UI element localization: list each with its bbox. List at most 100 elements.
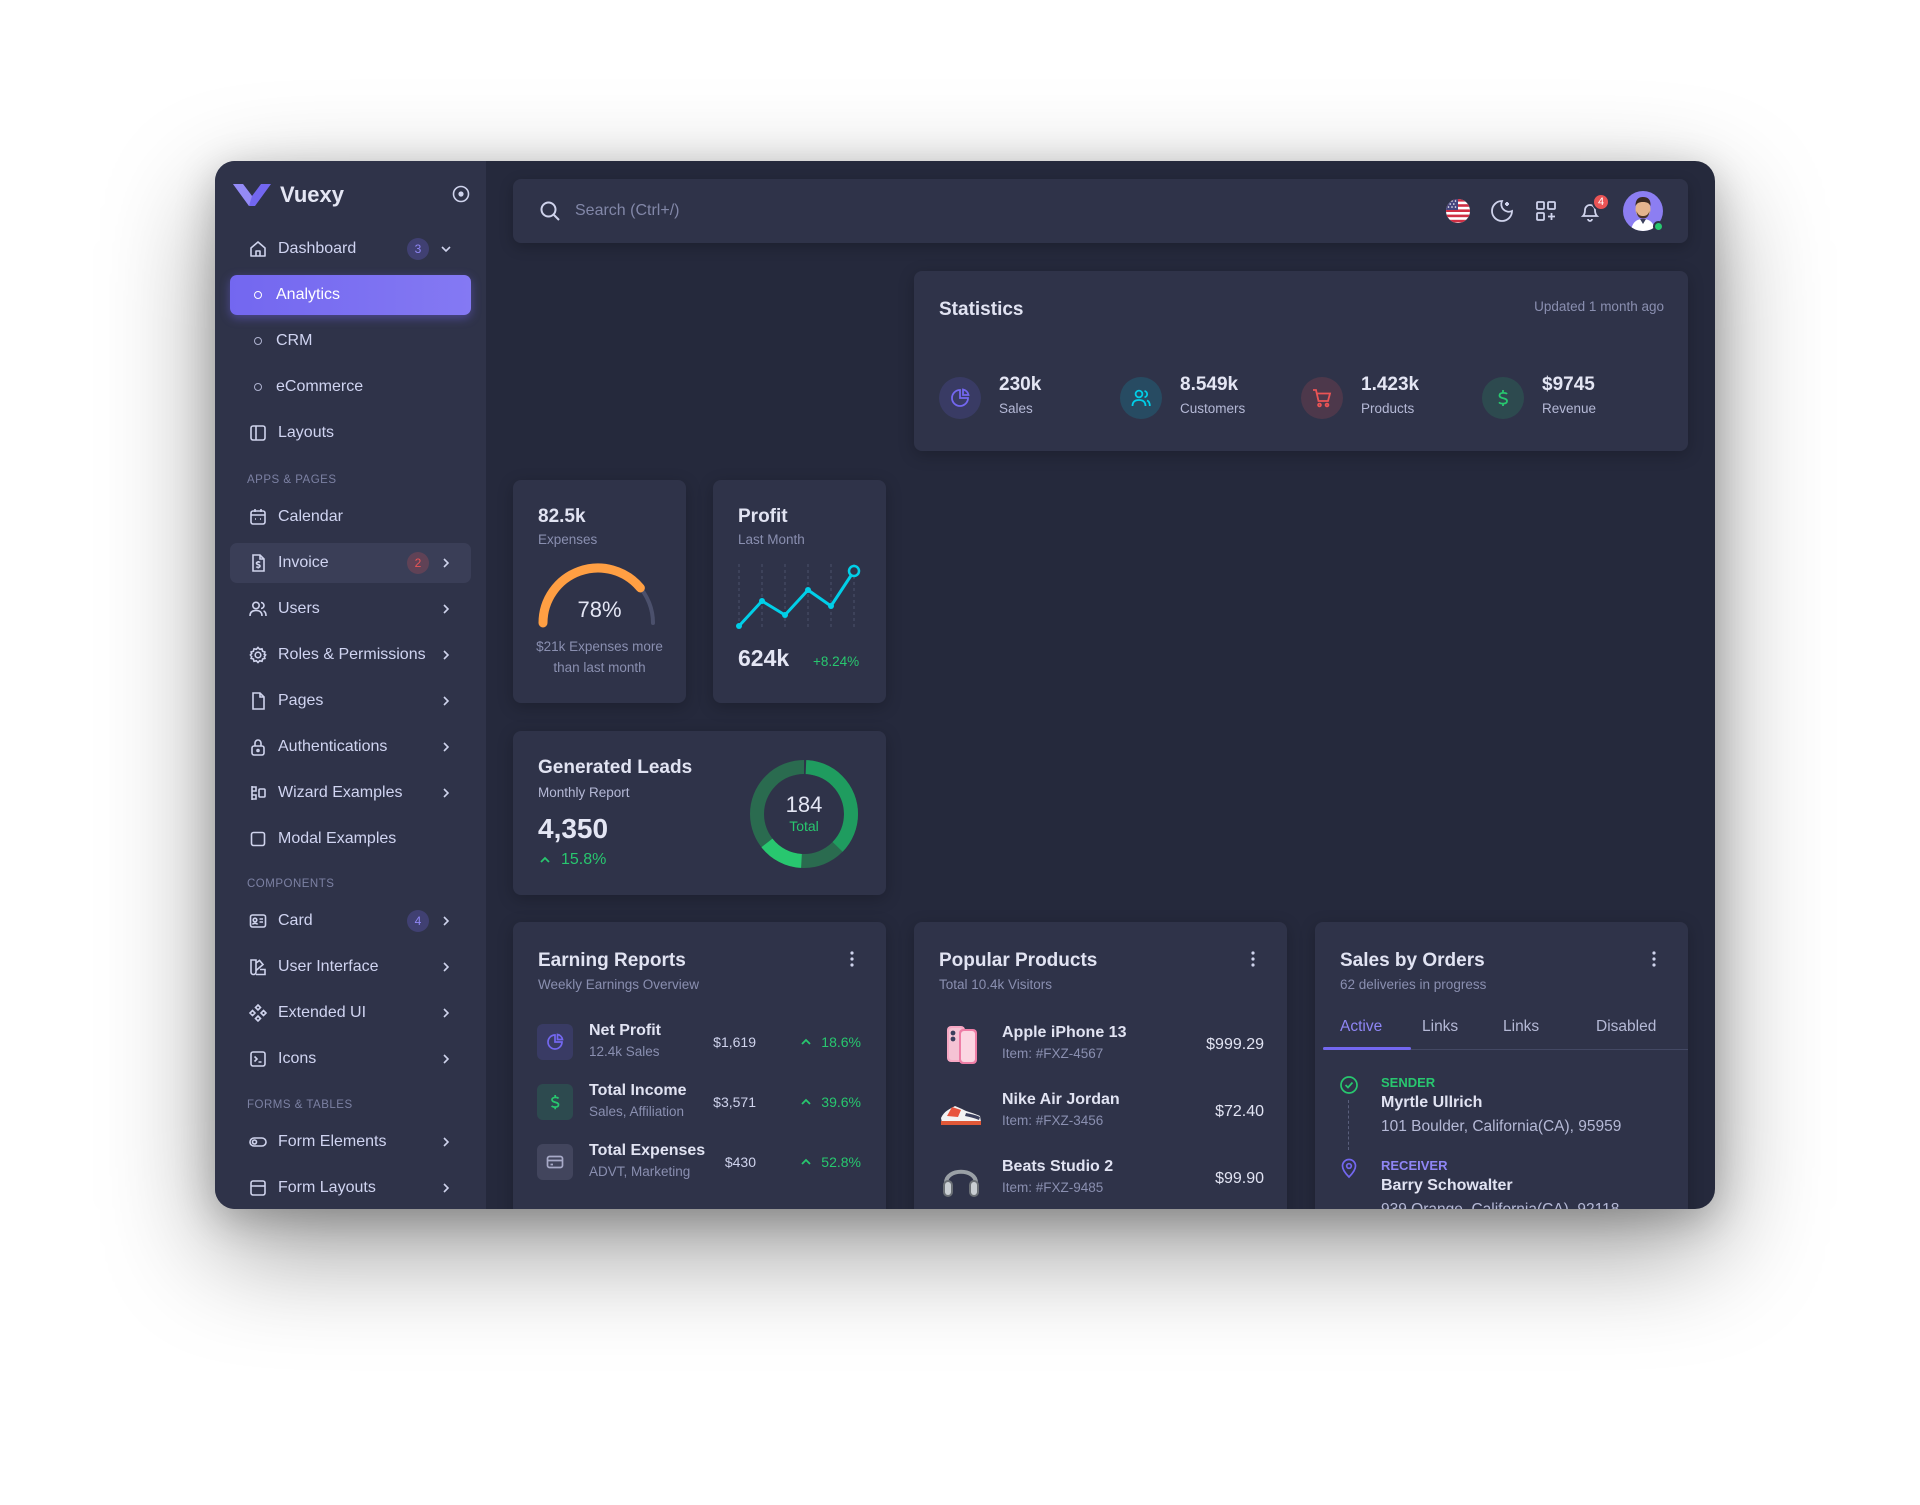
circle-icon [254, 291, 262, 299]
earning-row-total-expenses: Total Expenses ADVT, Marketing $430 52.8… [537, 1142, 861, 1186]
chevron-right-icon [443, 1183, 450, 1193]
row-amount: $1,619 [713, 1034, 756, 1050]
sneaker-image [941, 1106, 981, 1125]
shortcuts-grid-icon[interactable] [1533, 198, 1559, 224]
sidebar-item-calendar[interactable]: Calendar [230, 497, 471, 537]
more-vertical-icon[interactable] [1644, 949, 1664, 969]
vuexy-logo-icon [233, 184, 271, 206]
chevron-up-icon [801, 1158, 811, 1165]
stat-products: 1.423k Products [1301, 374, 1461, 424]
product-row-beats[interactable]: Beats Studio 2 Item: #FXZ-9485 $99.90 [938, 1154, 1264, 1204]
sidebar-item-label: Users [278, 600, 320, 617]
product-title: Beats Studio 2 [1002, 1158, 1114, 1175]
product-sku: Item: #FXZ-3456 [1002, 1113, 1104, 1128]
color-swatch-icon [248, 957, 268, 977]
sidebar-item-label: Analytics [276, 286, 341, 303]
chart-pie-icon [939, 377, 981, 419]
row-title: Total Income [589, 1082, 687, 1099]
notification-badge: 4 [1592, 193, 1610, 211]
product-row-iphone[interactable]: Apple iPhone 13 Item: #FXZ-4567 $999.29 [938, 1020, 1264, 1070]
sidebar-item-form-elements[interactable]: Form Elements [230, 1122, 471, 1162]
circle-check-icon [1340, 1076, 1358, 1094]
receiver-address: 939 Orange, California(CA), 92118 [1381, 1201, 1619, 1209]
dollar-icon [537, 1084, 573, 1120]
leads-title: Generated Leads [538, 757, 693, 778]
expenses-note-1: $21k Expenses more [536, 639, 663, 654]
sidebar-item-label: Pages [278, 692, 324, 709]
chevron-right-icon [443, 1008, 450, 1018]
moon-icon[interactable] [1489, 198, 1515, 224]
chevron-down-icon [441, 246, 451, 253]
sidebar-item-pages[interactable]: Pages [230, 681, 471, 721]
tab-active[interactable]: Active [1340, 1018, 1382, 1036]
sidebar-item-user-interface[interactable]: User Interface [230, 947, 471, 987]
sidebar-item-analytics[interactable]: Analytics [230, 275, 471, 315]
products-title: Popular Products [939, 950, 1098, 971]
stat-customers: 8.549k Customers [1120, 374, 1280, 424]
earning-row-net-profit: Net Profit 12.4k Sales $1,619 18.6% [537, 1022, 861, 1066]
stat-label: Revenue [1542, 401, 1597, 416]
chevron-right-icon [443, 788, 450, 798]
dollar-icon [1482, 377, 1524, 419]
timeline-connector [1348, 1100, 1349, 1150]
sidebar-item-extended-ui[interactable]: Extended UI [230, 993, 471, 1033]
sidebar-item-label: Form Elements [278, 1133, 387, 1150]
chevron-right-icon [443, 696, 450, 706]
sidebar-item-card[interactable]: Card 4 [230, 901, 471, 941]
brand[interactable]: Vuexy [233, 179, 344, 211]
stat-value: 8.549k [1180, 374, 1239, 395]
product-price: $999.29 [1206, 1036, 1264, 1053]
users-icon [1120, 377, 1162, 419]
sidebar: Vuexy Dashboard 3 Analytics CRM eCommerc… [215, 161, 486, 1209]
sidebar-item-modal-examples[interactable]: Modal Examples [230, 819, 471, 859]
row-percent: 52.8% [799, 1154, 861, 1170]
section-title-apps: APPS & PAGES [247, 474, 337, 486]
sidebar-item-form-layouts[interactable]: Form Layouts [230, 1168, 471, 1208]
square-icon [248, 829, 268, 849]
leads-change-text: 15.8% [561, 851, 607, 868]
product-row-nike[interactable]: Nike Air Jordan Item: #FXZ-3456 $72.40 [938, 1087, 1264, 1137]
stat-label: Products [1361, 401, 1415, 416]
stat-value: 230k [999, 374, 1042, 395]
sidebar-item-roles-permissions[interactable]: Roles & Permissions [230, 635, 471, 675]
calendar-icon [248, 507, 268, 527]
stat-revenue: $9745 Revenue [1482, 374, 1642, 424]
iphone-image [947, 1026, 977, 1064]
leads-subtitle: Monthly Report [538, 785, 630, 800]
search-input[interactable] [575, 197, 1075, 225]
sidebar-item-layouts[interactable]: Layouts [230, 413, 471, 453]
profit-value: 624k [738, 645, 790, 671]
tab-links[interactable]: Links [1422, 1018, 1458, 1036]
sidebar-toggle-icon[interactable] [452, 185, 470, 203]
expenses-gauge [538, 563, 655, 628]
product-title: Nike Air Jordan [1002, 1091, 1120, 1108]
more-vertical-icon[interactable] [1243, 949, 1263, 969]
sidebar-item-label: CRM [276, 332, 313, 349]
receiver-name: Barry Schowalter [1381, 1177, 1513, 1194]
tab-disabled: Disabled [1596, 1018, 1657, 1035]
sidebar-item-users[interactable]: Users [230, 589, 471, 629]
profit-point [736, 623, 742, 629]
stat-label: Customers [1180, 401, 1246, 416]
sidebar-item-label: Modal Examples [278, 830, 397, 847]
sidebar-item-wizard-examples[interactable]: Wizard Examples [230, 773, 471, 813]
search-icon[interactable] [538, 199, 562, 223]
statistics-card: Statistics Updated 1 month ago 230k Sale… [914, 271, 1688, 451]
us-flag-icon[interactable] [1445, 198, 1471, 224]
sidebar-item-dashboard[interactable]: Dashboard 3 [230, 229, 471, 269]
sidebar-item-invoice[interactable]: Invoice 2 [230, 543, 471, 583]
chart-pie-icon [537, 1024, 573, 1060]
sidebar-item-authentications[interactable]: Authentications [230, 727, 471, 767]
profit-point [782, 612, 788, 618]
sidebar-item-icons[interactable]: Icons [230, 1039, 471, 1079]
more-vertical-icon[interactable] [842, 949, 862, 969]
sidebar-item-label: Roles & Permissions [278, 646, 426, 663]
section-title-forms: FORMS & TABLES [247, 1099, 353, 1111]
orders-subtitle: 62 deliveries in progress [1340, 977, 1487, 992]
chevron-right-icon [443, 962, 450, 972]
sidebar-item-crm[interactable]: CRM [230, 321, 471, 361]
chevron-right-icon [443, 650, 450, 660]
sidebar-item-ecommerce[interactable]: eCommerce [230, 367, 471, 407]
profit-point [805, 587, 811, 593]
tab-links-2[interactable]: Links [1503, 1018, 1539, 1036]
